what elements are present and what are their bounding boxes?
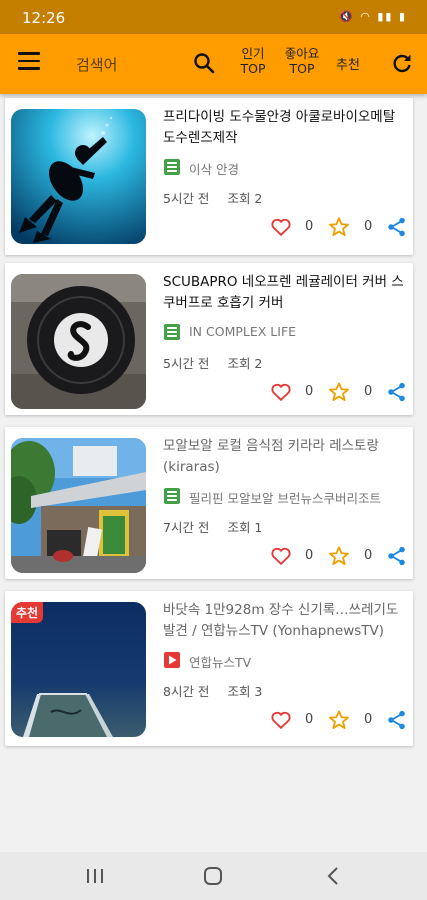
post-meta: 7시간 전 조회 1 [163,517,262,536]
refresh-icon[interactable] [390,51,414,75]
heart-icon[interactable] [270,709,292,731]
hamburger-menu-icon[interactable] [18,52,40,74]
post-source[interactable]: 연합뉴스TV [163,651,411,670]
like-count: 0 [305,219,314,234]
status-bar: 12:26 🔇 ◠ ▮▮ ▮ [0,0,427,34]
star-count: 0 [364,548,373,563]
star-count: 0 [364,712,373,727]
post-card[interactable]: 프리다이빙 도수물안경 아쿨로바이오메탈 도수렌즈제작 이삭 안경 5시간 전 조… [5,98,413,255]
post-thumbnail-regulator-cover[interactable] [11,274,146,409]
blog-icon [164,159,180,175]
post-views: 조회 2 [227,191,263,206]
like-count: 0 [305,712,314,727]
post-thumbnail-deep-sea[interactable]: 추천 [11,602,146,737]
post-actions: 0 0 [263,709,411,731]
post-source[interactable]: IN COMPLEX LIFE [163,323,411,341]
post-title[interactable]: 모알보알 로컬 음식점 키라라 레스토랑 (kiraras) [163,436,411,478]
like-count: 0 [305,384,314,399]
post-source[interactable]: 이삭 안경 [163,158,411,177]
post-thumbnail-diver[interactable] [11,109,146,244]
post-source-name: 필리핀 모알보알 브런뉴스쿠버리조트 [189,491,381,506]
post-meta: 5시간 전 조회 2 [163,188,262,207]
star-icon[interactable] [328,381,350,403]
star-icon[interactable] [328,709,350,731]
blog-icon [164,324,180,340]
post-actions: 0 0 [263,545,411,567]
post-time: 8시간 전 [163,684,210,699]
star-count: 0 [364,219,373,234]
blog-icon [164,488,180,504]
tab-likes-line1: 좋아요 [284,46,320,61]
tab-likes-line2: TOP [289,61,315,76]
like-count: 0 [305,548,314,563]
search-icon[interactable] [192,51,216,75]
post-meta: 8시간 전 조회 3 [163,681,262,700]
post-time: 5시간 전 [163,356,210,371]
post-source-name: 연합뉴스TV [189,655,252,670]
share-icon[interactable] [386,381,408,403]
status-icons: 🔇 ◠ ▮▮ ▮ [339,10,407,23]
post-card[interactable]: 모알보알 로컬 음식점 키라라 레스토랑 (kiraras) 필리핀 모알보알 … [5,427,413,579]
star-icon[interactable] [328,216,350,238]
tab-popular-top[interactable]: 인기 TOP [232,46,274,76]
post-source-name: 이삭 안경 [189,162,239,177]
tab-popular-line2: TOP [240,61,266,76]
post-time: 5시간 전 [163,191,210,206]
tab-likes-top[interactable]: 좋아요 TOP [281,46,323,76]
post-meta: 5시간 전 조회 2 [163,353,262,372]
post-views: 조회 3 [227,684,263,699]
search-input[interactable]: 검색어 [76,54,117,75]
tab-recommend[interactable]: 추천 [336,54,360,73]
home-icon[interactable] [203,866,223,886]
post-actions: 0 0 [263,381,411,403]
video-play-icon [164,652,180,668]
post-card[interactable]: SCUBAPRO 네오프렌 레귤레이터 커버 스쿠버프로 호흡기 커버 IN C… [5,263,413,415]
heart-icon[interactable] [270,381,292,403]
post-title[interactable]: SCUBAPRO 네오프렌 레귤레이터 커버 스쿠버프로 호흡기 커버 [163,272,411,314]
post-time: 7시간 전 [163,520,210,535]
recommend-badge: 추천 [11,602,44,623]
post-thumbnail-restaurant[interactable] [11,438,146,573]
star-count: 0 [364,384,373,399]
post-title[interactable]: 프리다이빙 도수물안경 아쿨로바이오메탈 도수렌즈제작 [163,107,411,149]
post-source[interactable]: 필리핀 모알보알 브런뉴스쿠버리조트 [163,487,411,506]
share-icon[interactable] [386,545,408,567]
heart-icon[interactable] [270,545,292,567]
post-source-name: IN COMPLEX LIFE [189,324,297,339]
post-views: 조회 2 [227,356,263,371]
post-actions: 0 0 [263,216,411,238]
post-title[interactable]: 바닷속 1만928m 장수 신기록…쓰레기도 발견 / 연합뉴스TV (Yonh… [163,600,411,642]
app-toolbar: 검색어 인기 TOP 좋아요 TOP 추천 [0,34,427,94]
heart-icon[interactable] [270,216,292,238]
status-time: 12:26 [22,9,66,27]
star-icon[interactable] [328,545,350,567]
post-card[interactable]: 추천 바닷속 1만928m 장수 신기록…쓰레기도 발견 / 연합뉴스TV (Y… [5,591,413,746]
system-nav-bar [0,852,427,900]
tab-popular-line1: 인기 [241,46,265,61]
back-icon[interactable] [326,866,340,886]
post-views: 조회 1 [227,520,263,535]
share-icon[interactable] [386,709,408,731]
recent-apps-icon[interactable] [85,867,105,885]
share-icon[interactable] [386,216,408,238]
